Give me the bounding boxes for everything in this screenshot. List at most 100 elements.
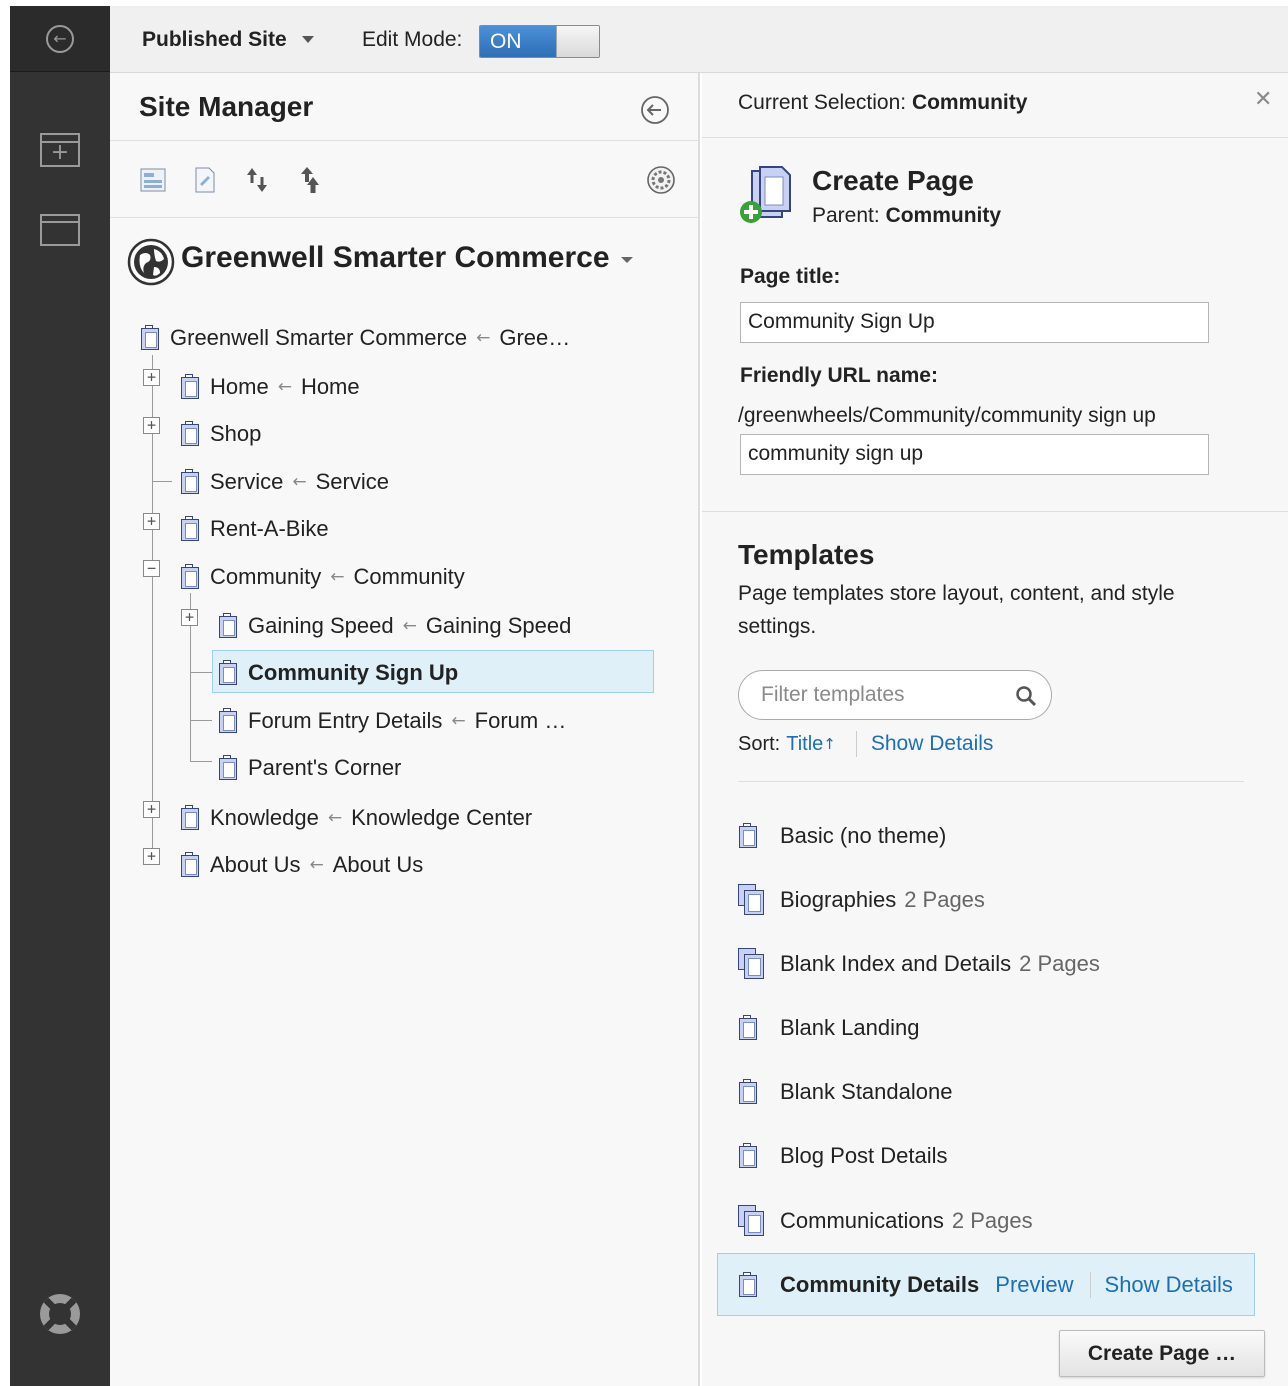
top-bar: Published Site Edit Mode: ON [110, 6, 1288, 73]
tree-node-knowledge[interactable]: Knowledge ← Knowledge Center [180, 800, 532, 836]
chevron-down-icon[interactable] [621, 257, 633, 263]
template-item[interactable]: Blog Post Details [738, 1136, 948, 1176]
site-root-icon [140, 325, 162, 351]
tree-node-label: Community [210, 564, 322, 589]
expand-rent-a-bike-toggle[interactable]: + [143, 513, 160, 530]
expand-shop-toggle[interactable]: + [143, 417, 160, 434]
tree-node-parents-corner[interactable]: Parent's Corner [218, 750, 401, 786]
page-icon [180, 852, 202, 878]
template-multipage-icon [738, 948, 766, 980]
template-item[interactable]: Communications 2 Pages [738, 1201, 1033, 1241]
tree-node-label: Shop [210, 421, 262, 446]
friendly-url-input[interactable]: community sign up [740, 434, 1209, 475]
mapping-arrow-icon: ← [277, 377, 292, 397]
move-up-down-icon[interactable] [242, 163, 272, 197]
mapping-arrow-icon: ← [327, 808, 343, 828]
tree-node-gaining-speed[interactable]: Gaining Speed ← Gaining Speed [218, 608, 571, 644]
site-manager-title: Site Manager [139, 91, 314, 122]
back-icon[interactable]: ← [40, 19, 80, 59]
settings-globe-icon[interactable] [646, 163, 676, 197]
close-icon[interactable]: ✕ [1254, 87, 1272, 112]
sort-title-link[interactable]: Title [786, 733, 823, 756]
sort-bar: Sort: Title ↑ Show Details [738, 731, 993, 757]
template-name: Blank Landing [780, 1015, 920, 1040]
template-item[interactable]: Basic (no theme) [738, 816, 946, 856]
tree-node-community[interactable]: Community ← Community [180, 559, 465, 595]
tree-node-target: Forum … [474, 708, 567, 733]
add-content-icon[interactable]: + [40, 130, 80, 170]
page-icon [218, 708, 240, 734]
mapping-arrow-icon: ← [402, 616, 417, 636]
tree-node-target: About Us [332, 852, 424, 877]
page-icon [218, 755, 240, 781]
template-page-icon [738, 1272, 760, 1298]
mapping-arrow-icon: ← [309, 855, 324, 875]
collapse-community-toggle[interactable]: − [143, 560, 160, 577]
tree-node-community-sign-up[interactable]: Community Sign Up [218, 655, 458, 691]
tree-node-label: Forum Entry Details [248, 708, 443, 733]
template-item[interactable]: Blank Standalone [738, 1072, 952, 1112]
filter-templates-input[interactable]: Filter templates [738, 670, 1052, 720]
expand-about-us-toggle[interactable]: + [143, 848, 160, 865]
parent-info: Parent: Community [812, 204, 1001, 228]
tree-node-label: Home [210, 374, 269, 399]
tree-node-about-us[interactable]: About Us ← About Us [180, 847, 423, 883]
sort-ascending-icon[interactable]: ↑ [823, 735, 836, 753]
move-into-icon[interactable] [294, 163, 324, 197]
expand-knowledge-toggle[interactable]: + [143, 801, 160, 818]
template-item-selected[interactable]: Community Details Preview Show Details [738, 1265, 1233, 1305]
current-selection: Current Selection: Community [738, 91, 1027, 115]
tree-node-target: Knowledge Center [351, 805, 533, 830]
show-details-link[interactable]: Show Details [871, 732, 994, 756]
current-selection-label: Current Selection: [738, 91, 907, 114]
toggle-knob[interactable] [556, 26, 599, 57]
tree-node-root[interactable]: Greenwell Smarter Commerce ← Gree… [140, 320, 570, 356]
page-title-label: Page title: [740, 265, 841, 288]
tree-node-service[interactable]: Service ← Service [180, 464, 389, 500]
template-preview-link[interactable]: Preview [995, 1272, 1073, 1298]
tree-node-rent-a-bike[interactable]: Rent-A-Bike [180, 511, 329, 547]
template-item[interactable]: Blank Index and Details 2 Pages [738, 944, 1100, 984]
friendly-url-path: /greenwheels/Community/community sign up [738, 404, 1156, 427]
parent-value: Community [885, 204, 1002, 227]
current-selection-value: Community [911, 91, 1028, 114]
collapse-panel-icon[interactable] [640, 95, 670, 125]
template-name: Blank Index and Details [780, 951, 1012, 976]
tree-node-target: Community [353, 564, 465, 589]
template-page-icon [738, 1143, 760, 1169]
search-icon[interactable] [1015, 685, 1037, 707]
template-show-details-link[interactable]: Show Details [1105, 1272, 1233, 1298]
page-icon [218, 660, 240, 686]
mapping-arrow-icon: ← [330, 567, 345, 587]
help-lifebuoy-icon[interactable] [40, 1294, 80, 1334]
create-page-title: Create Page [812, 165, 974, 196]
site-name: Greenwell Smarter Commerce [181, 241, 610, 274]
expand-gaining-speed-toggle[interactable]: + [181, 609, 198, 626]
tree-node-label: Community Sign Up [248, 660, 459, 685]
template-page-icon [738, 823, 760, 849]
template-page-icon [738, 1079, 760, 1105]
template-multipage-icon [738, 884, 766, 916]
page-title-input[interactable]: Community Sign Up [740, 302, 1209, 343]
page-icon [180, 516, 202, 542]
expand-home-toggle[interactable]: + [143, 369, 160, 386]
published-site-dropdown[interactable]: Published Site [142, 28, 287, 52]
window-icon[interactable] [40, 210, 80, 250]
chevron-down-icon[interactable] [302, 36, 314, 43]
tree-node-shop[interactable]: Shop [180, 416, 261, 452]
template-name: Basic (no theme) [780, 823, 947, 848]
page-icon [180, 374, 202, 400]
templates-heading: Templates [738, 539, 875, 570]
site-properties-icon[interactable] [138, 163, 168, 197]
create-page-button[interactable]: Create Page … [1059, 1330, 1265, 1377]
mapping-arrow-icon: ← [476, 328, 491, 348]
template-name: Communications [780, 1208, 944, 1233]
page-icon [180, 469, 202, 495]
template-page-count: 2 Pages [1019, 951, 1100, 976]
template-item[interactable]: Blank Landing [738, 1008, 919, 1048]
tree-node-forum-entry-details[interactable]: Forum Entry Details ← Forum … [218, 703, 566, 739]
template-item[interactable]: Biographies 2 Pages [738, 880, 985, 920]
page-properties-icon[interactable] [190, 163, 220, 197]
tree-node-home[interactable]: Home ← Home [180, 369, 360, 405]
edit-mode-toggle[interactable]: ON [479, 25, 600, 58]
